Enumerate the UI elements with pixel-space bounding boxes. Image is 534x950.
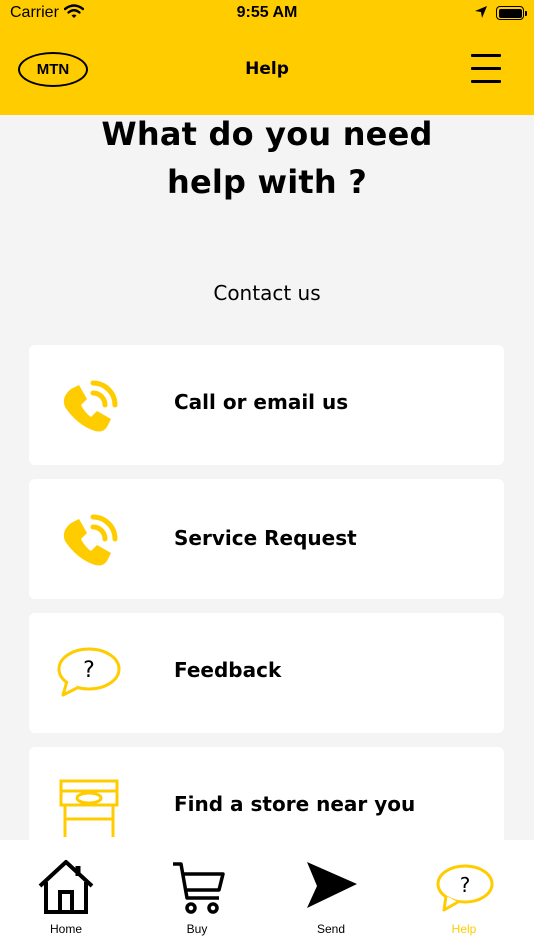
feedback-card[interactable]: ? Feedback — [29, 613, 504, 733]
page-title: Help — [245, 59, 289, 79]
tab-label: Home — [49, 922, 82, 936]
card-label: Feedback — [174, 658, 282, 682]
store-icon — [59, 779, 119, 837]
clock: 9:55 AM — [236, 4, 298, 21]
tab-buy[interactable]: Buy — [137, 840, 257, 950]
status-bar: Carrier 9:55 AM — [0, 0, 534, 27]
svg-text:?: ? — [83, 658, 95, 683]
tab-home[interactable]: Home — [6, 840, 126, 950]
card-label: Service Request — [174, 526, 357, 550]
card-label: Call or email us — [174, 390, 349, 414]
tab-label: Send — [316, 922, 346, 936]
phone-icon — [63, 514, 118, 566]
home-icon — [38, 860, 94, 914]
heading-line-1: What do you need — [101, 115, 433, 153]
svg-text:?: ? — [460, 873, 471, 897]
question-bubble-icon: ? — [57, 647, 121, 697]
tab-label: Buy — [186, 922, 208, 936]
call-or-email-card[interactable]: Call or email us — [29, 345, 504, 465]
page-heading: What do you need help with ? — [0, 110, 534, 206]
tab-label: Help — [451, 922, 477, 936]
tab-help[interactable]: ? Help — [404, 840, 524, 950]
tab-send[interactable]: Send — [271, 840, 391, 950]
location-arrow-icon — [474, 5, 488, 24]
battery-icon — [496, 6, 527, 20]
hamburger-menu-icon[interactable] — [468, 51, 504, 87]
question-bubble-icon: ? — [436, 864, 494, 912]
send-icon — [307, 862, 357, 908]
cart-icon — [173, 862, 225, 914]
phone-icon — [63, 380, 118, 432]
bottom-tab-bar: Home Buy Send ? Help — [0, 840, 534, 950]
heading-line-2: help with ? — [166, 163, 367, 201]
card-label: Find a store near you — [174, 792, 416, 816]
header-bar: MTN Help — [0, 27, 534, 115]
section-title: Contact us — [213, 281, 321, 305]
service-request-card[interactable]: Service Request — [29, 479, 504, 599]
